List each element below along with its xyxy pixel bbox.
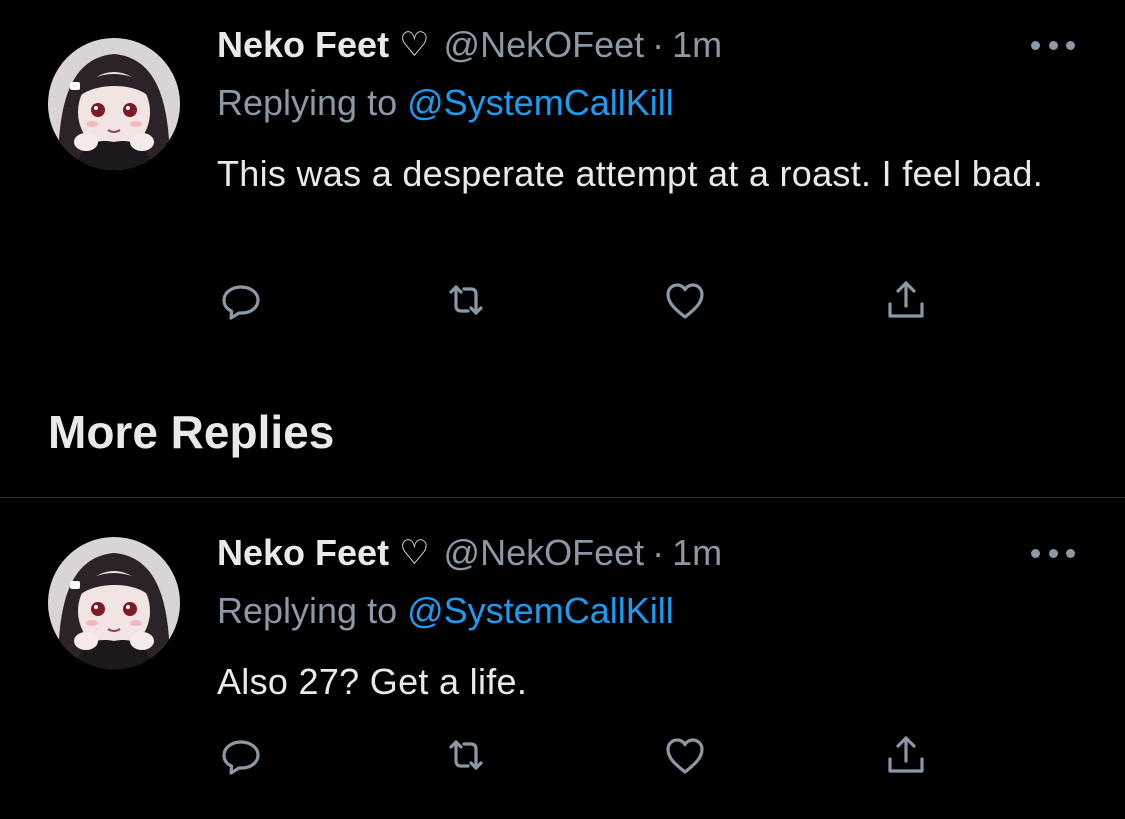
share-button[interactable] bbox=[876, 270, 936, 330]
tweet-header: Neko Feet ♡ @NekOFeet · 1m bbox=[217, 22, 722, 68]
retweet-button[interactable] bbox=[436, 725, 496, 785]
tweet[interactable]: Neko Feet ♡ @NekOFeet · 1m Replying to @… bbox=[0, 500, 1125, 819]
tweet-header: Neko Feet ♡ @NekOFeet · 1m bbox=[217, 530, 722, 576]
mention-link[interactable]: @SystemCallKill bbox=[407, 82, 674, 123]
share-button[interactable] bbox=[876, 725, 936, 785]
reply-button[interactable] bbox=[212, 270, 272, 330]
retweet-button[interactable] bbox=[436, 270, 496, 330]
like-icon bbox=[666, 738, 704, 774]
tweet-text: Also 27? Get a life. bbox=[217, 661, 528, 702]
tweet-text: This was a desperate attempt at a roast.… bbox=[217, 153, 1044, 194]
action-bar bbox=[0, 270, 1125, 330]
action-bar bbox=[0, 725, 1125, 785]
avatar[interactable] bbox=[48, 38, 180, 170]
mention-link[interactable]: @SystemCallKill bbox=[407, 590, 674, 631]
retweet-icon bbox=[449, 740, 483, 770]
reply-icon bbox=[222, 285, 260, 320]
like-icon bbox=[666, 283, 704, 319]
name-heart-symbol: ♡ bbox=[399, 26, 430, 64]
separator-dot: · bbox=[652, 24, 665, 65]
conversation-page: Neko Feet ♡ @NekOFeet · 1m Replying to @… bbox=[0, 0, 1125, 819]
replying-prefix: Replying to bbox=[217, 82, 398, 123]
section-title: More Replies bbox=[48, 406, 335, 458]
timestamp[interactable]: 1m bbox=[672, 530, 722, 576]
more-icon[interactable] bbox=[1031, 538, 1075, 568]
like-button[interactable] bbox=[655, 725, 715, 785]
replying-prefix: Replying to bbox=[217, 590, 398, 631]
display-name[interactable]: Neko Feet bbox=[217, 22, 389, 68]
replying-to: Replying to @SystemCallKill bbox=[217, 80, 674, 126]
divider bbox=[0, 497, 1125, 498]
avatar[interactable] bbox=[48, 537, 180, 669]
timestamp[interactable]: 1m bbox=[672, 22, 722, 68]
reply-icon bbox=[222, 740, 260, 775]
tweet[interactable]: Neko Feet ♡ @NekOFeet · 1m Replying to @… bbox=[0, 0, 1125, 380]
share-icon bbox=[888, 281, 924, 318]
name-heart-symbol: ♡ bbox=[399, 534, 430, 572]
display-name[interactable]: Neko Feet bbox=[217, 530, 389, 576]
retweet-icon bbox=[449, 285, 483, 315]
separator-dot: · bbox=[652, 532, 665, 573]
reply-button[interactable] bbox=[212, 725, 272, 785]
like-button[interactable] bbox=[655, 270, 715, 330]
more-icon[interactable] bbox=[1031, 30, 1075, 60]
share-icon bbox=[888, 736, 924, 773]
replying-to: Replying to @SystemCallKill bbox=[217, 588, 674, 634]
user-handle[interactable]: @NekOFeet bbox=[444, 22, 645, 68]
user-handle[interactable]: @NekOFeet bbox=[444, 530, 645, 576]
